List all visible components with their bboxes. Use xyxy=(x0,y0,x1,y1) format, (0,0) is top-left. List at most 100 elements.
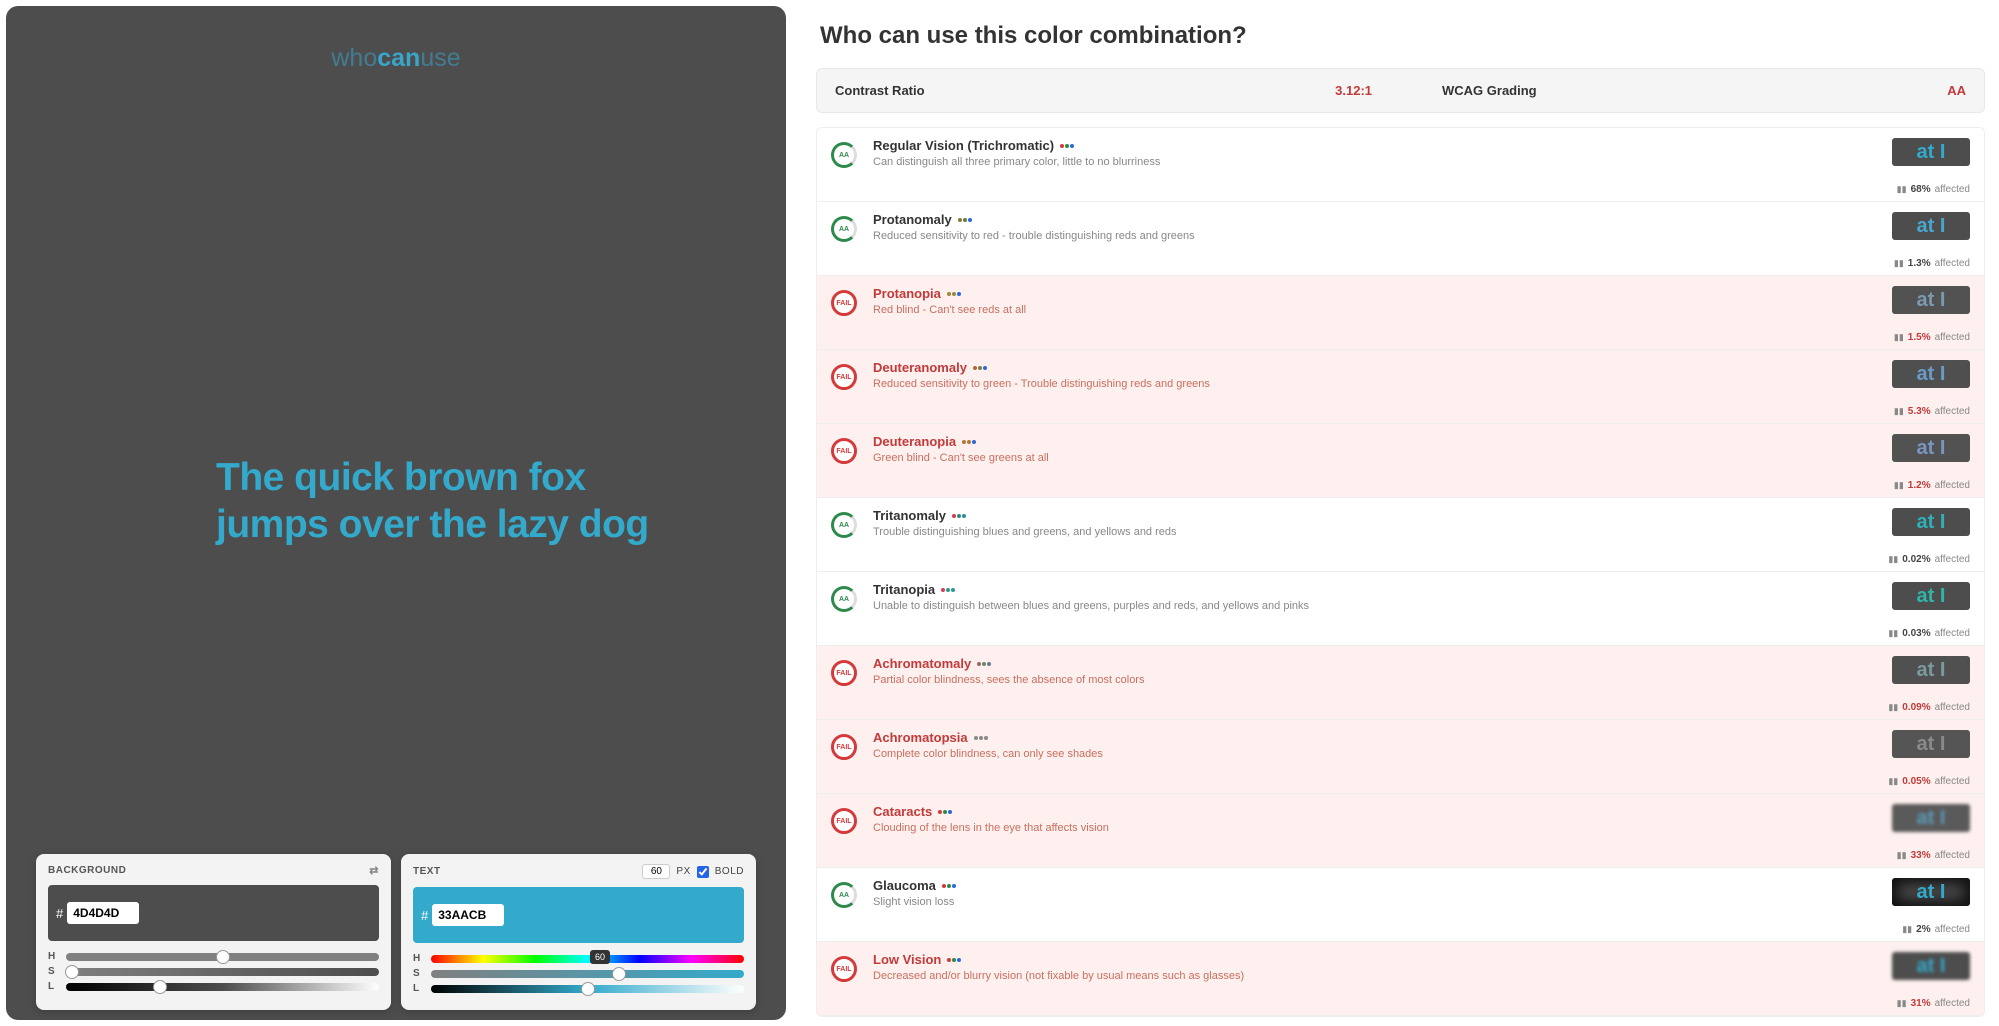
vision-swatch: at I xyxy=(1892,286,1970,314)
txt-hue-label: H xyxy=(413,953,423,964)
vision-content: Achromatopsia Complete color blindness, c… xyxy=(873,730,1970,760)
vision-content: AchromatomalyPartial color blindness, se… xyxy=(873,656,1970,686)
background-color-box[interactable]: # xyxy=(48,885,379,941)
vision-title: Tritanopia xyxy=(873,582,1970,597)
txt-lgt-slider[interactable] xyxy=(431,985,744,993)
affected-pct: 5.3% xyxy=(1908,406,1931,417)
text-hex-input[interactable] xyxy=(432,904,504,926)
vision-desc: Complete color blindness, can only see s… xyxy=(873,748,1970,760)
bar-chart-icon: ▮▮ xyxy=(1894,406,1904,417)
vision-desc: Green blind - Can't see greens at all xyxy=(873,452,1970,464)
preview-text: The quick brown fox jumps over the lazy … xyxy=(216,455,696,547)
vision-row: FAIL DeuteranomalyReduced sensitivity to … xyxy=(817,350,1984,424)
background-label: BACKGROUND xyxy=(48,865,126,876)
affected-pct: 0.02% xyxy=(1902,554,1930,565)
vision-row: AARegular Vision (Trichromatic)Can disti… xyxy=(817,128,1984,202)
affected-pct: 1.5% xyxy=(1908,332,1931,343)
vision-row: FAILDeuteranopiaGreen blind - Can't see … xyxy=(817,424,1984,498)
vision-swatch: at I xyxy=(1892,878,1970,906)
bar-chart-icon: ▮▮ xyxy=(1897,850,1907,861)
contrast-value: 3.12:1 xyxy=(1335,83,1372,98)
vision-row: AATritanopiaUnable to distinguish betwee… xyxy=(817,572,1984,646)
vision-row: FAIL Achromatopsia Complete color blindnes… xyxy=(817,720,1984,794)
bg-sat-label: S xyxy=(48,966,58,977)
vision-content: TritanomalyTrouble distinguishing blues … xyxy=(873,508,1970,538)
affected-label: affected xyxy=(1935,924,1970,935)
bar-chart-icon: ▮▮ xyxy=(1894,332,1904,343)
background-control-card: BACKGROUND ⇄ # H S L xyxy=(36,854,391,1010)
bg-lgt-label: L xyxy=(48,981,58,992)
vision-row: FAILAchromatomalyPartial color blindness… xyxy=(817,646,1984,720)
wcag-value: AA xyxy=(1947,83,1966,98)
affected-stat: ▮▮1.5% affected xyxy=(1894,332,1970,343)
logo-who: who xyxy=(331,44,377,72)
affected-label: affected xyxy=(1935,406,1970,417)
affected-label: affected xyxy=(1935,776,1970,787)
affected-stat: ▮▮1.3% affected xyxy=(1894,258,1970,269)
trichromacy-icon xyxy=(973,366,987,370)
vision-title: Protanopia xyxy=(873,286,1970,301)
affected-label: affected xyxy=(1935,702,1970,713)
vision-swatch: at I xyxy=(1892,952,1970,980)
txt-sat-label: S xyxy=(413,968,423,979)
bg-hue-label: H xyxy=(48,951,58,962)
vision-content: ProtanomalyReduced sensitivity to red - … xyxy=(873,212,1970,242)
affected-label: affected xyxy=(1935,628,1970,639)
trichromacy-icon xyxy=(952,514,966,518)
affected-pct: 2% xyxy=(1916,924,1930,935)
bar-chart-icon: ▮▮ xyxy=(1902,924,1912,935)
logo-can: can xyxy=(377,44,420,72)
affected-pct: 0.05% xyxy=(1902,776,1930,787)
bold-label: BOLD xyxy=(715,866,744,877)
bold-checkbox[interactable] xyxy=(697,866,709,878)
affected-pct: 1.3% xyxy=(1908,258,1931,269)
hash-symbol: # xyxy=(56,906,63,921)
font-size-unit: PX xyxy=(676,866,690,877)
vision-content: DeuteranomalyReduced sensitivity to gree… xyxy=(873,360,1970,390)
vision-title: Deuteranomaly xyxy=(873,360,1970,375)
trichromacy-icon xyxy=(941,588,955,592)
fail-badge: FAIL xyxy=(831,808,857,834)
bar-chart-icon: ▮▮ xyxy=(1888,628,1898,639)
fail-badge: FAIL xyxy=(831,364,857,390)
txt-lgt-label: L xyxy=(413,983,423,994)
affected-stat: ▮▮0.05% affected xyxy=(1888,776,1970,787)
affected-pct: 0.03% xyxy=(1902,628,1930,639)
vision-swatch: at I xyxy=(1892,138,1970,166)
bg-sat-slider[interactable] xyxy=(66,968,379,976)
swap-icon[interactable]: ⇄ xyxy=(369,864,379,877)
affected-pct: 68% xyxy=(1911,184,1931,195)
vision-title: Glaucoma xyxy=(873,878,1970,893)
vision-title: Regular Vision (Trichromatic) xyxy=(873,138,1970,153)
text-label: TEXT xyxy=(413,866,441,877)
vision-title: Low Vision xyxy=(873,952,1970,967)
affected-stat: ▮▮ 2% affected xyxy=(1902,924,1970,935)
txt-hue-slider[interactable]: 60 xyxy=(431,955,744,963)
vision-content: GlaucomaSlight vision loss xyxy=(873,878,1970,908)
bar-chart-icon: ▮▮ xyxy=(1897,998,1907,1009)
text-control-card: TEXT PX BOLD # H 60 S xyxy=(401,854,756,1010)
font-size-input[interactable] xyxy=(642,864,670,879)
bar-chart-icon: ▮▮ xyxy=(1894,258,1904,269)
fail-badge: FAIL xyxy=(831,734,857,760)
bg-hue-slider[interactable] xyxy=(66,953,379,961)
txt-sat-slider[interactable] xyxy=(431,970,744,978)
background-hex-input[interactable] xyxy=(67,902,139,924)
affected-label: affected xyxy=(1935,850,1970,861)
vision-swatch: at I xyxy=(1892,508,1970,536)
affected-label: affected xyxy=(1935,998,1970,1009)
text-color-box[interactable]: # xyxy=(413,887,744,943)
vision-swatch: at I xyxy=(1892,804,1970,832)
affected-stat: ▮▮0.02% affected xyxy=(1888,554,1970,565)
pass-badge: AA xyxy=(831,142,857,168)
bg-lgt-slider[interactable] xyxy=(66,983,379,991)
fail-badge: FAIL xyxy=(831,290,857,316)
vision-title: Achromatopsia xyxy=(873,730,1970,745)
vision-desc: Partial color blindness, sees the absenc… xyxy=(873,674,1970,686)
vision-content: CataractsClouding of the lens in the eye… xyxy=(873,804,1970,834)
bar-chart-icon: ▮▮ xyxy=(1888,702,1898,713)
fail-badge: FAIL xyxy=(831,438,857,464)
vision-desc: Decreased and/or blurry vision (not fixa… xyxy=(873,970,1970,982)
vision-row: AAProtanomalyReduced sensitivity to red … xyxy=(817,202,1984,276)
wcag-label: WCAG Grading xyxy=(1442,83,1537,98)
